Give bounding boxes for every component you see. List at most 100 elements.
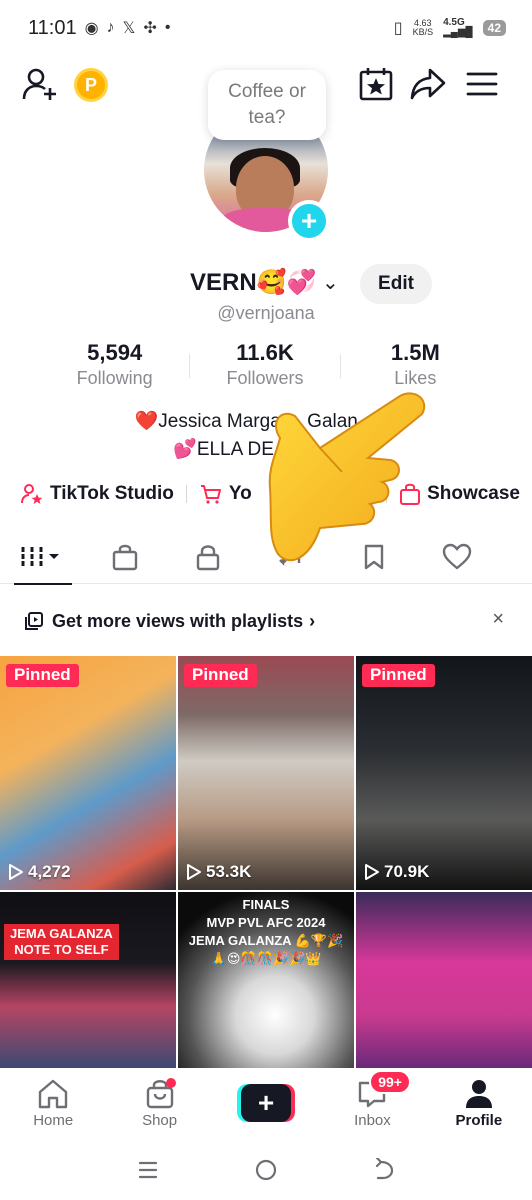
stats-row: 5,594 Following 11.6K Followers 1.5M Lik… [40, 340, 490, 396]
stat-label: Followers [226, 368, 304, 388]
calendar-star-icon[interactable] [358, 66, 394, 102]
recents-icon[interactable] [136, 1158, 160, 1182]
tab-private[interactable] [166, 530, 249, 584]
chevron-down-icon[interactable]: ⌄ [322, 270, 339, 295]
bottom-nav: Home Shop + 99+ Inbox Profile [0, 1068, 532, 1138]
play-icon [365, 864, 379, 880]
stat-following[interactable]: 5,594 Following [40, 340, 189, 396]
thumbnail-caption: JEMA GALANZA NOTE TO SELF [4, 924, 119, 960]
bookmark-icon [364, 544, 383, 570]
profile-icon [465, 1079, 492, 1108]
tiktok-icon: ♪ [106, 19, 115, 36]
view-count: 70.9K [364, 862, 429, 882]
nav-label: Profile [455, 1111, 503, 1129]
video-thumbnail[interactable]: Pinned 53.3K [178, 656, 354, 890]
add-story-button[interactable]: + [288, 200, 330, 242]
video-thumbnail[interactable]: Pinned 70.9K [356, 656, 532, 890]
edit-profile-button[interactable]: Edit [360, 264, 432, 304]
stat-followers[interactable]: 11.6K Followers [190, 340, 339, 396]
tiktok-studio-link[interactable]: TikTok Studio [20, 482, 174, 506]
playlist-banner-text: Get more views with playlists [52, 610, 304, 631]
nav-label: Inbox [354, 1111, 391, 1129]
username: @vernjoana [217, 303, 315, 323]
link-label: Showcase [427, 483, 520, 504]
battery-icon: 42 [482, 20, 506, 36]
play-icon [187, 864, 201, 880]
share-icon[interactable] [410, 66, 446, 102]
status-left: 11:01 ◉ ♪ 𝕏 ✣ • [28, 17, 170, 40]
messenger-icon: ◉ [84, 20, 99, 37]
view-count-text: 53.3K [206, 862, 252, 881]
signal-icon: 4.5G ▂▄▆█ [443, 18, 473, 38]
add-friend-icon[interactable] [22, 66, 58, 102]
video-thumbnail[interactable]: JEMA GALANZA NOTE TO SELF [0, 892, 176, 1068]
stat-value: 1.5M [390, 340, 440, 365]
nav-create[interactable]: + [213, 1068, 319, 1138]
your-orders-link[interactable]: Yo [199, 482, 252, 506]
create-button[interactable]: + [237, 1084, 296, 1122]
stat-label: Following [76, 368, 153, 388]
link-label: TikTok Studio [50, 483, 174, 504]
pinned-badge: Pinned [362, 664, 435, 687]
cart-icon [200, 485, 221, 504]
view-count: 4,272 [8, 862, 71, 882]
bio-line: ❤️Jessica Margar... Galan...❤️ [134, 411, 398, 432]
close-icon[interactable]: × [492, 608, 504, 631]
bag-icon [112, 544, 137, 571]
profile-name[interactable]: VERN🥰💞 [190, 268, 316, 297]
heart-icon [442, 543, 471, 570]
bio: ❤️Jessica Margar... Galan...❤️ 💕ELLA DE … [0, 408, 532, 464]
x-icon: 𝕏 [122, 20, 136, 37]
pinned-badge: Pinned [6, 664, 79, 687]
dot-icon: • [164, 19, 171, 36]
studio-icon [21, 484, 43, 504]
name-row: VERN🥰💞 ⌄ Edit [0, 262, 532, 306]
bag-icon [400, 483, 421, 505]
home-icon [39, 1079, 68, 1108]
vibrate-icon: ▯ [393, 20, 403, 37]
back-icon[interactable] [372, 1158, 396, 1182]
divider [386, 485, 388, 503]
note-bubble[interactable]: Coffee or tea? [208, 70, 326, 140]
tab-shop[interactable] [83, 530, 166, 584]
grid-icon [21, 547, 59, 567]
plus-icon: + [241, 1084, 292, 1122]
play-icon [9, 864, 23, 880]
status-time: 11:01 [28, 16, 77, 39]
tab-videos[interactable] [0, 530, 83, 585]
pinned-badge: Pinned [184, 664, 257, 687]
tab-liked[interactable] [415, 530, 498, 584]
stat-likes[interactable]: 1.5M Likes [341, 340, 490, 396]
system-nav [0, 1140, 532, 1200]
menu-icon[interactable] [464, 66, 500, 102]
coin-icon[interactable]: P [74, 68, 108, 102]
thumbnail-caption: FINALS MVP PVL AFC 2024 JEMA GALANZA 💪🏆🎉… [188, 897, 344, 966]
link-label: Yo [228, 483, 252, 504]
view-count-text: 4,272 [28, 862, 71, 881]
video-thumbnail[interactable] [356, 892, 532, 1068]
stat-value: 5,594 [87, 340, 143, 365]
nav-inbox[interactable]: 99+ Inbox [319, 1068, 425, 1138]
nav-shop[interactable]: Shop [106, 1068, 212, 1138]
tab-reposts[interactable] [249, 530, 332, 584]
signal-bars: ▂▄▆█ [443, 27, 473, 38]
playlist-banner[interactable]: Get more views with playlists › × [0, 600, 532, 642]
lock-icon [196, 545, 219, 571]
nav-label: Home [33, 1111, 74, 1129]
video-thumbnail[interactable]: FINALS MVP PVL AFC 2024 JEMA GALANZA 💪🏆🎉… [178, 892, 354, 1068]
net-speed: 4.63 KB/S [413, 19, 434, 37]
repost-icon [278, 548, 303, 566]
nav-profile[interactable]: Profile [426, 1068, 532, 1138]
status-bar: 11:01 ◉ ♪ 𝕏 ✣ • ▯ 4.63 KB/S 4.5G ▂▄▆█ 42 [0, 0, 532, 56]
tab-favorites[interactable] [332, 530, 415, 584]
stat-value: 11.6K [236, 340, 294, 365]
video-thumbnail[interactable]: Pinned 4,272 [0, 656, 176, 890]
links-row: TikTok Studio Yo Showcase [20, 478, 520, 510]
content-tabs [0, 530, 532, 585]
pinwheel-icon: ✣ [143, 20, 157, 37]
view-count-text: 70.9K [384, 862, 430, 881]
inbox-badge: 99+ [369, 1070, 411, 1094]
home-button-icon[interactable] [253, 1157, 279, 1183]
nav-home[interactable]: Home [0, 1068, 106, 1138]
showcase-link[interactable]: Showcase [399, 482, 520, 506]
